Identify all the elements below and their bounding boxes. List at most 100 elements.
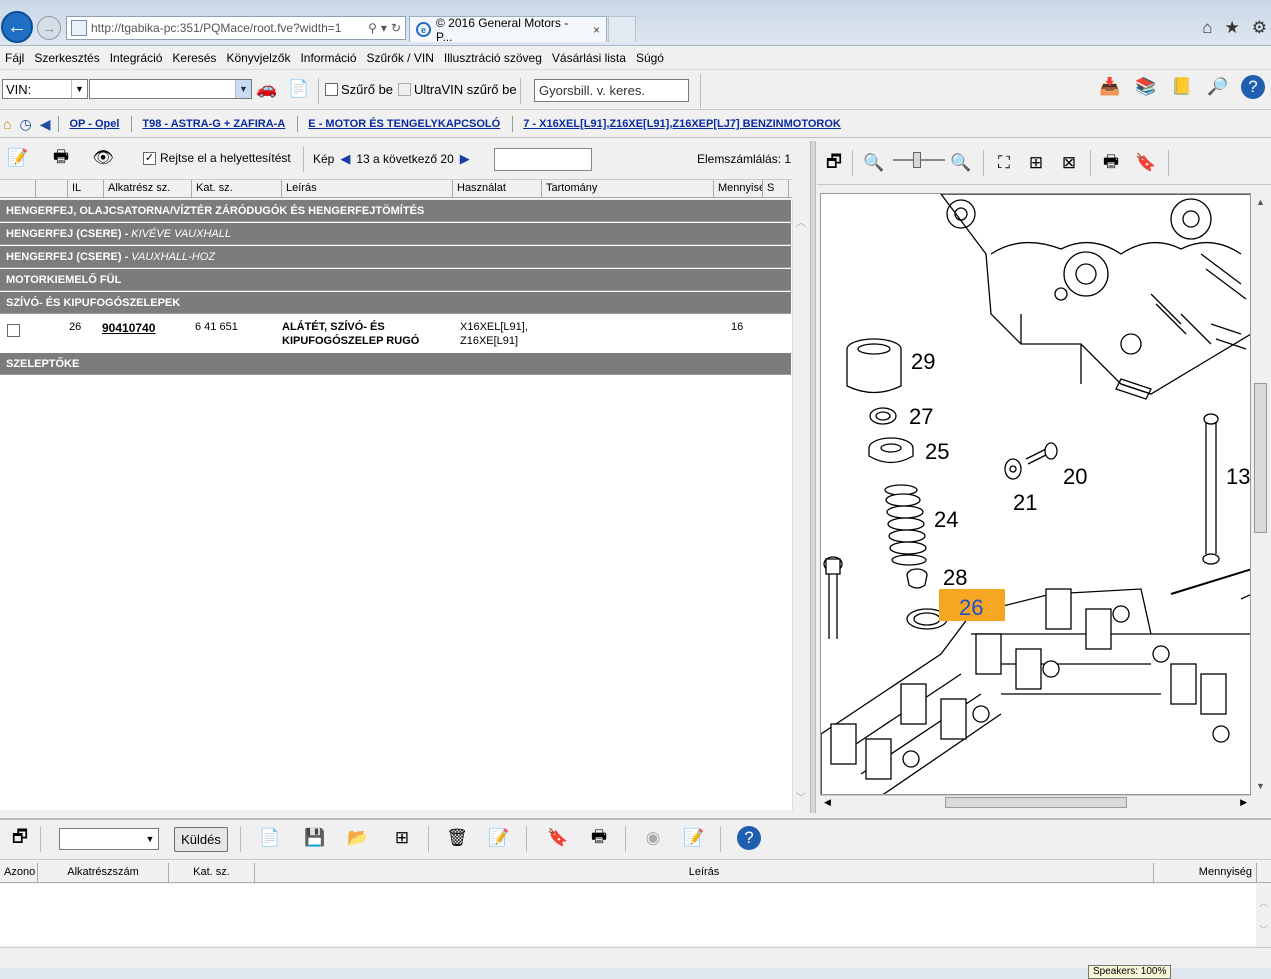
col-description[interactable]: Leírás — [255, 863, 1154, 882]
menu-bookmarks[interactable]: Könyvjelzők — [223, 51, 297, 65]
callout-20[interactable]: 20 — [1063, 464, 1087, 489]
zoom-out-icon[interactable]: 🔍 — [861, 151, 887, 175]
chevron-down-icon[interactable]: ▼ — [235, 80, 251, 98]
checkbox-checked[interactable]: ✓ — [143, 151, 156, 165]
close-icon[interactable]: × — [593, 23, 600, 37]
forward-arrow-icon[interactable]: → — [37, 16, 61, 40]
col-il[interactable]: IL — [68, 180, 104, 197]
window-icon[interactable]: 🗗 — [821, 151, 847, 175]
shopping-list-scrollbar[interactable]: ︿ ﹀ — [1256, 884, 1271, 946]
row-checkbox[interactable] — [7, 324, 20, 337]
slider-thumb[interactable] — [913, 152, 921, 168]
vehicle-report-icon[interactable]: 📄 — [286, 77, 312, 101]
scroll-thumb[interactable] — [945, 797, 1127, 808]
col-id[interactable]: Azono — [0, 863, 38, 882]
col-s[interactable]: S — [763, 180, 789, 197]
part-number-link[interactable]: 90410740 — [102, 321, 155, 335]
bookmark-icon[interactable]: 🔖 — [1133, 151, 1159, 175]
hide-substitution-checkbox[interactable]: ✓ Rejtse el a helyettesítést — [143, 151, 291, 165]
scroll-up-icon[interactable]: ▲ — [1256, 197, 1265, 207]
open-folder-icon[interactable]: 📂 — [345, 826, 371, 850]
new-list-icon[interactable]: 📄 — [257, 826, 283, 850]
url-text[interactable]: http://tgabika-pc:351/PQMace/root.fve?wi… — [91, 21, 364, 35]
col-description[interactable]: Leírás — [282, 180, 453, 197]
menu-integration[interactable]: Integráció — [107, 51, 170, 65]
illustration-hscrollbar[interactable]: ◀ ▶ — [820, 795, 1251, 809]
fit-view-icon[interactable]: ⛶ — [991, 151, 1017, 175]
zoom-slider[interactable] — [893, 152, 945, 168]
col-quantity[interactable]: Mennyiség — [1154, 863, 1257, 882]
group-row[interactable]: MOTORKIEMELŐ FÜL — [0, 269, 791, 291]
scroll-right-icon[interactable]: ▶ — [1240, 797, 1247, 808]
history-clock-icon[interactable]: ◷ — [19, 116, 31, 133]
shopping-list-select[interactable]: ▼ — [59, 828, 159, 850]
filter-checkbox[interactable]: Szűrő be — [325, 82, 393, 97]
table-row[interactable]: 26 90410740 6 41 651 ALÁTÉT, SZÍVÓ- ÉS K… — [0, 316, 791, 352]
scroll-down-icon[interactable]: ﹀ — [796, 789, 806, 804]
favorites-star-icon[interactable]: ★ — [1225, 18, 1240, 38]
image-number-input[interactable] — [494, 148, 592, 171]
group-row[interactable]: SZELEPTŐKE — [0, 353, 791, 375]
checkbox-box[interactable] — [325, 83, 338, 96]
callout-27[interactable]: 27 — [909, 404, 933, 429]
catalog-icon[interactable]: 📚 — [1133, 75, 1159, 99]
delete-trash-icon[interactable]: 🗑 — [444, 826, 470, 850]
col-select[interactable] — [0, 180, 36, 197]
menu-filters[interactable]: Szűrők / VIN — [364, 51, 441, 65]
scroll-left-icon[interactable]: ◀ — [824, 797, 831, 808]
save-icon[interactable]: 💾 — [302, 826, 328, 850]
group-row[interactable]: HENGERFEJ (CSERE) - VAUXHALL-HOZ — [0, 246, 791, 268]
edit-note-icon[interactable]: 📝 — [5, 146, 31, 170]
callout-24[interactable]: 24 — [934, 507, 958, 532]
dropdown-icon[interactable]: ▾ — [381, 21, 387, 35]
pane-splitter[interactable] — [810, 141, 816, 813]
group-row[interactable]: HENGERFEJ (CSERE) - KIVÉVE VAUXHALL — [0, 223, 791, 245]
settings-gear-icon[interactable]: ⚙ — [1252, 18, 1267, 38]
edit-list-icon[interactable]: 📝 — [486, 826, 512, 850]
chevron-down-icon[interactable]: ▼ — [71, 80, 87, 98]
menu-illustration-text[interactable]: Illusztráció szöveg — [441, 51, 549, 65]
back-arrow-icon[interactable]: ← — [1, 11, 33, 43]
menu-file[interactable]: Fájl — [2, 51, 31, 65]
zoom-area-icon[interactable]: ⊞ — [1023, 151, 1049, 175]
parts-scrollbar[interactable]: ︿ ﹀ — [792, 200, 809, 810]
callout-29[interactable]: 29 — [911, 349, 935, 374]
new-tab-button[interactable] — [608, 16, 636, 42]
zoom-in-icon[interactable]: 🔍 — [948, 151, 974, 175]
menu-search[interactable]: Keresés — [169, 51, 223, 65]
callout-26[interactable]: 26 — [959, 595, 983, 620]
next-image-icon[interactable]: ▶ — [460, 151, 470, 167]
help-icon[interactable]: ? — [737, 826, 761, 850]
import-icon[interactable]: 📥 — [1097, 75, 1123, 99]
group-row[interactable]: SZÍVÓ- ÉS KIPUFOGÓSZELEPEK — [0, 292, 791, 314]
scroll-down-icon[interactable]: ▼ — [1256, 781, 1265, 791]
print-icon[interactable]: 🖶 — [48, 146, 74, 170]
refresh-icon[interactable]: ↻ — [391, 21, 401, 35]
send-button[interactable]: Küldés — [174, 827, 228, 852]
callout-28[interactable]: 28 — [943, 565, 967, 590]
breadcrumb-section[interactable]: 7 - X16XEL[L91],Z16XE[L91],Z16XEP[LJ7] B… — [523, 118, 841, 130]
address-bar[interactable]: http://tgabika-pc:351/PQMace/root.fve?wi… — [66, 16, 406, 40]
col-range[interactable]: Tartomány — [542, 180, 714, 197]
col-flag[interactable] — [36, 180, 68, 197]
ultravin-checkbox[interactable]: UltraVIN szűrő be — [398, 82, 517, 97]
col-usage[interactable]: Használat — [453, 180, 542, 197]
group-row[interactable]: HENGERFEJ, OLAJCSATORNA/VÍZTÉR ZÁRÓDUGÓK… — [0, 200, 791, 222]
vin-type-select[interactable]: VIN: ▼ — [2, 79, 88, 99]
print-icon[interactable]: 🖶 — [586, 826, 612, 850]
quick-search-input[interactable]: Gyorsbill. v. keres. — [534, 79, 689, 102]
vin-input[interactable]: ▼ — [89, 79, 252, 99]
scroll-down-icon[interactable]: ﹀ — [1259, 923, 1268, 936]
breadcrumb-model[interactable]: T98 - ASTRA-G + ZAFIRA-A — [142, 118, 285, 130]
breadcrumb-brand[interactable]: OP - Opel — [69, 118, 119, 130]
menu-help[interactable]: Súgó — [633, 51, 671, 65]
vehicle-icon[interactable]: 🚗 — [254, 77, 280, 101]
breadcrumb-group[interactable]: E - MOTOR ÉS TENGELYKAPCSOLÓ — [308, 118, 500, 130]
col-quantity[interactable]: Mennyisé — [714, 180, 763, 197]
preview-eye-icon[interactable]: 👁 — [90, 146, 116, 170]
col-part-number[interactable]: Alkatrészszám — [38, 863, 169, 882]
scroll-up-icon[interactable]: ︿ — [796, 214, 806, 229]
search-icon[interactable]: ⚲ — [368, 21, 377, 35]
scroll-up-icon[interactable]: ︿ — [1259, 896, 1268, 909]
col-catalog-number[interactable]: Kat. sz. — [192, 180, 282, 197]
